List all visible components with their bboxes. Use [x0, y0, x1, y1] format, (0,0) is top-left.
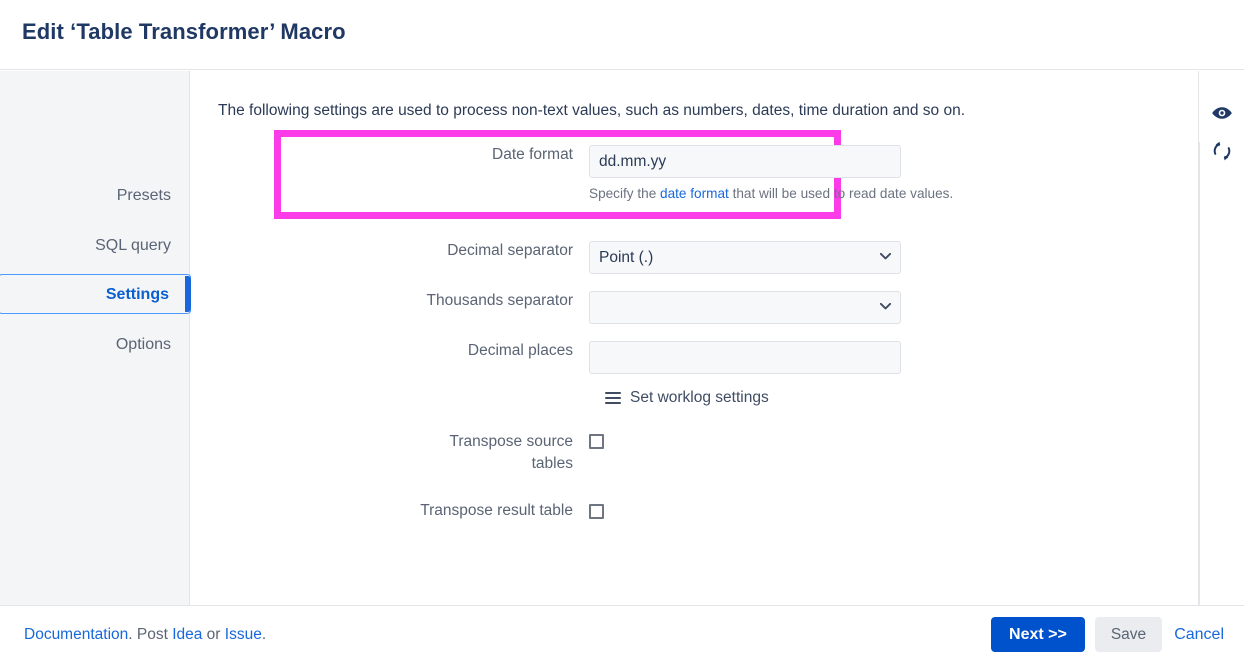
settings-panel: The following settings are used to proce…	[191, 71, 1199, 605]
worklog-label: Set worklog settings	[630, 389, 769, 406]
footer-actions: Next >> Save Cancel	[991, 617, 1226, 652]
footer-sep-2: or	[202, 626, 225, 643]
set-worklog-settings-button[interactable]: Set worklog settings	[605, 389, 769, 407]
sidebar-item-options[interactable]: Options	[0, 325, 189, 365]
transpose-source-label: Transpose source tables	[191, 431, 589, 475]
page-title: Edit ‘Table Transformer’ Macro	[22, 19, 346, 44]
help-suffix: that will be used to read date values.	[728, 186, 954, 201]
decimal-separator-select[interactable]: Point (.)	[589, 241, 901, 274]
sidebar-item-presets[interactable]: Presets	[0, 176, 189, 216]
field-row-date-format: Date format Specify the date format that…	[191, 145, 953, 201]
idea-link[interactable]: Idea	[172, 626, 202, 643]
transpose-source-tables-checkbox[interactable]	[589, 434, 604, 449]
footer-sep-1: . Post	[128, 626, 173, 643]
decimal-places-input[interactable]	[589, 341, 901, 374]
sidebar-item-settings[interactable]: Settings	[0, 274, 192, 314]
field-row-transpose-result-table: Transpose result table	[191, 501, 951, 521]
documentation-link[interactable]: Documentation	[24, 626, 128, 643]
refresh-icon[interactable]	[1210, 139, 1234, 163]
field-row-decimal-places: Decimal places	[191, 341, 951, 374]
intro-text: The following settings are used to proce…	[218, 102, 965, 119]
field-row-transpose-source-tables: Transpose source tables	[191, 431, 951, 475]
date-format-label: Date format	[492, 146, 573, 163]
field-row-decimal-separator: Decimal separator Point (.)	[191, 241, 951, 274]
sidebar-item-label: SQL query	[95, 237, 171, 254]
date-format-input[interactable]	[589, 145, 901, 178]
eye-icon[interactable]	[1210, 101, 1234, 125]
cancel-button[interactable]: Cancel	[1172, 626, 1226, 644]
right-icon-rail	[1200, 71, 1244, 605]
field-row-thousands-separator: Thousands separator	[191, 291, 951, 324]
sidebar-item-sql-query[interactable]: SQL query	[0, 226, 189, 266]
save-button[interactable]: Save	[1094, 617, 1163, 652]
sidebar-item-label: Options	[115, 336, 171, 353]
sidebar-item-label: Settings	[105, 286, 169, 303]
dialog-footer: Documentation. Post Idea or Issue. Next …	[0, 605, 1244, 657]
footer-sep-3: .	[261, 626, 267, 643]
dialog-body: Presets SQL query Settings Options The f…	[0, 71, 1244, 657]
thousands-separator-select[interactable]	[589, 291, 901, 324]
transpose-result-table-checkbox[interactable]	[589, 504, 604, 519]
dialog-header: Edit ‘Table Transformer’ Macro	[0, 0, 1244, 70]
thousands-separator-label: Thousands separator	[426, 292, 573, 309]
decimal-separator-label: Decimal separator	[447, 242, 573, 259]
date-format-help: Specify the date format that will be use…	[589, 186, 953, 201]
date-format-link[interactable]: date format	[660, 186, 729, 201]
transpose-source-label-line1: Transpose source	[449, 433, 574, 450]
sidebar: Presets SQL query Settings Options	[0, 71, 192, 605]
transpose-result-label: Transpose result table	[420, 502, 573, 519]
content-divider	[1199, 142, 1200, 657]
issue-link[interactable]: Issue	[225, 626, 262, 643]
transpose-source-label-line2: tables	[531, 455, 573, 472]
hamburger-icon	[605, 389, 621, 407]
sidebar-item-label: Presets	[116, 187, 171, 204]
next-button[interactable]: Next >>	[991, 617, 1085, 652]
help-prefix: Specify the	[589, 186, 661, 201]
footer-links: Documentation. Post Idea or Issue.	[24, 626, 266, 644]
decimal-places-label: Decimal places	[467, 342, 573, 359]
macro-editor-dialog: Edit ‘Table Transformer’ Macro Presets S…	[0, 0, 1244, 657]
